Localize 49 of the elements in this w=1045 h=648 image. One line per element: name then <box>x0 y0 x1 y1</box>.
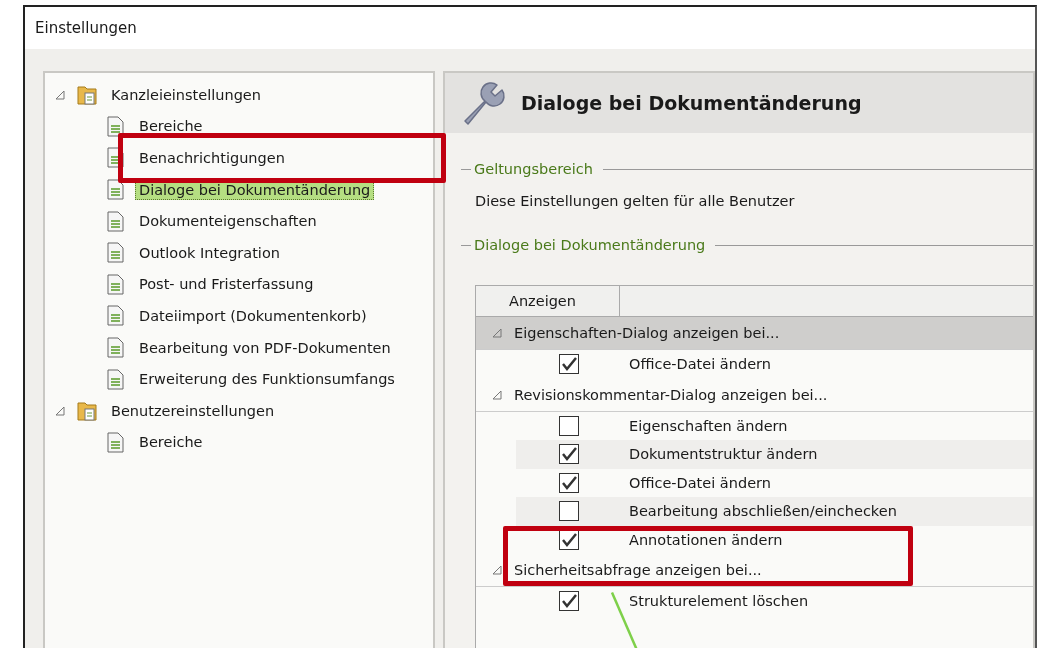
tree-item[interactable]: Bearbeitung von PDF-Dokumenten <box>135 337 395 358</box>
option-label: Dokumentstruktur ändern <box>629 446 818 463</box>
document-icon <box>107 115 124 137</box>
expander-icon[interactable] <box>492 565 502 575</box>
document-icon <box>107 305 124 327</box>
expander-icon[interactable] <box>55 89 65 100</box>
option-label: Annotationen ändern <box>629 531 783 548</box>
expander-icon[interactable] <box>55 405 65 416</box>
section-legend: Dialoge bei Dokumentänderung <box>474 237 706 253</box>
document-icon <box>107 431 124 453</box>
option-label: Office-Datei ändern <box>629 356 771 373</box>
document-icon <box>107 179 124 201</box>
document-icon <box>107 242 124 264</box>
document-icon <box>107 368 124 390</box>
tree-item[interactable]: Bereiche <box>135 116 207 137</box>
option-label: Strukturelement löschen <box>629 593 809 610</box>
tree-item[interactable]: Kanzleieinstellungen <box>107 84 265 105</box>
checkbox[interactable] <box>559 501 579 522</box>
tree-item[interactable]: Benutzereinstellungen <box>107 400 279 421</box>
panel-title: Dialoge bei Dokumentänderung <box>521 92 862 114</box>
folder-icon <box>77 399 97 422</box>
expander-icon[interactable] <box>492 328 502 338</box>
tree-item[interactable]: Erweiterung des Funktionsumfangs <box>135 369 399 390</box>
section-legend: Geltungsbereich <box>474 161 593 177</box>
document-icon <box>107 273 124 295</box>
folder-icon <box>77 83 97 106</box>
checkbox[interactable] <box>559 415 579 436</box>
option-label: Office-Datei ändern <box>629 474 771 491</box>
checkbox[interactable] <box>559 354 579 375</box>
checkbox[interactable] <box>559 472 579 493</box>
tree-item[interactable]: Post- und Fristerfassung <box>135 274 318 295</box>
checkbox[interactable] <box>559 444 579 465</box>
tree-item[interactable]: Dateiimport (Dokumentenkorb) <box>135 305 371 326</box>
group-row[interactable]: Revisionskommentar-Dialog anzeigen bei... <box>476 378 1033 412</box>
checkbox[interactable] <box>559 529 579 550</box>
tree-item[interactable]: Benachrichtigungen <box>135 148 289 168</box>
option-label: Eigenschaften ändern <box>629 417 788 434</box>
window-title: Einstellungen <box>35 19 137 37</box>
group-row[interactable]: Eigenschaften-Dialog anzeigen bei... <box>476 317 1033 350</box>
document-icon <box>107 210 124 232</box>
tree-item[interactable]: Bereiche <box>135 432 207 453</box>
expander-icon[interactable] <box>492 389 502 400</box>
group-row[interactable]: Sicherheitsabfrage anzeigen bei... <box>476 554 1033 587</box>
scope-text: Diese Einstellungen gelten für alle Benutzer <box>475 193 796 209</box>
tree-item[interactable]: Outlook Integration <box>135 242 284 263</box>
tree-item[interactable]: Dokumenteigenschaften <box>135 211 321 232</box>
option-label: Bearbeitung abschließen/einchecken <box>629 503 897 520</box>
document-icon <box>107 337 124 359</box>
checkbox[interactable] <box>559 591 579 612</box>
